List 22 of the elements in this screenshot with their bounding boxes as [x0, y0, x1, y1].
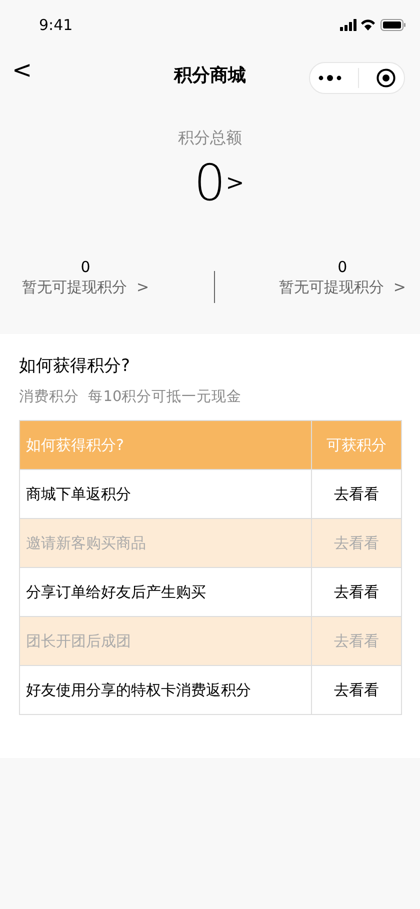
stat-link[interactable]: 暂无可提现积分 >	[278, 278, 406, 296]
chevron-link[interactable]: >	[226, 170, 244, 196]
signal-icon	[340, 19, 356, 31]
section-title: 如何获得积分?	[19, 355, 132, 377]
go-see-link[interactable]: 去看看	[312, 470, 401, 518]
more-icon[interactable]	[318, 74, 342, 82]
stat-link[interactable]: 暂无可提现积分 >	[22, 278, 150, 296]
wifi-icon	[361, 20, 375, 30]
go-see-link[interactable]: 去看看	[312, 666, 401, 714]
total-points: 0	[194, 153, 226, 213]
stat-value: 0	[338, 258, 348, 276]
back-button[interactable]: <	[8, 56, 36, 84]
section-subtitle: 消费积分 每10积分可抵一元现金	[19, 388, 243, 406]
go-see-link[interactable]: 去看看	[312, 568, 401, 616]
stat-value: 0	[80, 258, 90, 276]
header-cell-text: 可获积分	[326, 434, 388, 456]
total-label: 积分总额	[178, 128, 242, 149]
close-target-icon[interactable]	[376, 68, 396, 88]
task-cell: 好友使用分享的特权卡消费返积分	[20, 666, 312, 714]
page-title: 积分商城	[174, 64, 246, 87]
status-time: 9:41	[39, 16, 73, 34]
battery-icon	[380, 19, 406, 31]
